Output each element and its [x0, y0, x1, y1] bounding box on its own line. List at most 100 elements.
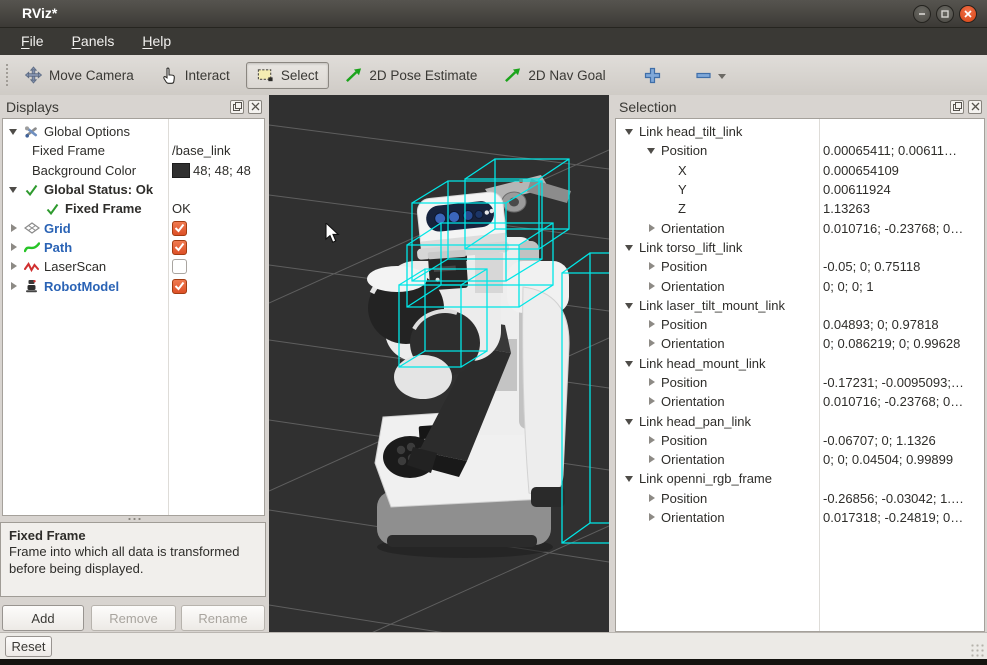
close-button[interactable]: [959, 5, 977, 23]
expander-icon[interactable]: [646, 512, 657, 523]
green-arrow-icon: [504, 68, 521, 83]
expander-icon[interactable]: [624, 242, 635, 253]
property-row[interactable]: Orientation 0.017318; -0.24819; 0…: [616, 508, 984, 527]
expander-icon[interactable]: [646, 396, 657, 407]
displays-panel-header[interactable]: Displays: [0, 95, 267, 118]
rename-display-button[interactable]: Rename: [181, 605, 265, 631]
property-row[interactable]: Orientation 0; 0; 0; 1: [616, 276, 984, 295]
maximize-button[interactable]: [936, 5, 954, 23]
tool-select[interactable]: Select: [246, 62, 330, 89]
link-row[interactable]: Link openni_rgb_frame: [616, 469, 984, 488]
display-row-robotmodel[interactable]: RobotModel: [3, 276, 264, 295]
color-swatch[interactable]: [172, 163, 190, 178]
display-row-grid[interactable]: Grid: [3, 218, 264, 237]
expander-icon[interactable]: [646, 261, 657, 272]
dropdown-caret-icon[interactable]: [718, 74, 726, 79]
robot-icon: [23, 279, 40, 294]
green-check-icon: [44, 201, 61, 216]
expander-icon[interactable]: [624, 358, 635, 369]
expander-icon[interactable]: [646, 493, 657, 504]
property-row[interactable]: X 0.000654109: [616, 161, 984, 180]
expander-icon[interactable]: [8, 261, 19, 272]
tool-2d-nav-goal[interactable]: 2D Nav Goal: [493, 62, 616, 89]
property-row[interactable]: Position 0.04893; 0; 0.97818: [616, 315, 984, 334]
expander-icon[interactable]: [646, 435, 657, 446]
menu-panels[interactable]: Panels: [59, 28, 128, 55]
float-panel-button[interactable]: [230, 100, 244, 114]
tool-move-camera[interactable]: Move Camera: [14, 62, 145, 89]
add-tool-button[interactable]: [638, 63, 667, 88]
selection-tree[interactable]: Link head_tilt_link Position 0.00065411;…: [615, 118, 985, 632]
visibility-checkbox[interactable]: [172, 221, 187, 236]
menu-help[interactable]: Help: [129, 28, 184, 55]
link-row[interactable]: Link head_pan_link: [616, 411, 984, 430]
property-row[interactable]: Position -0.06707; 0; 1.1326: [616, 431, 984, 450]
close-panel-icon: [971, 102, 980, 111]
minimize-button[interactable]: [913, 5, 931, 23]
remove-tool-button[interactable]: [689, 63, 732, 88]
tool-label: Interact: [185, 68, 230, 83]
property-row[interactable]: Orientation 0; 0; 0.04504; 0.99899: [616, 450, 984, 469]
visibility-checkbox[interactable]: [172, 279, 187, 294]
expander-icon[interactable]: [624, 126, 635, 137]
display-row-laserscan[interactable]: LaserScan: [3, 257, 264, 276]
expander-icon[interactable]: [646, 145, 657, 156]
property-row[interactable]: Position -0.17231; -0.0095093;…: [616, 373, 984, 392]
move-camera-icon: [25, 68, 42, 83]
expander-icon[interactable]: [624, 416, 635, 427]
expander-icon[interactable]: [624, 300, 635, 311]
property-row[interactable]: Position 0.00065411; 0.00611…: [616, 141, 984, 160]
toolbar: Move Camera Interact Select: [0, 55, 987, 95]
expander-icon[interactable]: [8, 223, 19, 234]
expander-icon[interactable]: [8, 281, 19, 292]
property-row[interactable]: Orientation 0.010716; -0.23768; 0…: [616, 218, 984, 237]
visibility-checkbox[interactable]: [172, 259, 187, 274]
main-area: Displays: [0, 95, 987, 632]
3d-viewport[interactable]: PR2: [269, 95, 609, 632]
property-row[interactable]: Orientation 0.010716; -0.23768; 0…: [616, 392, 984, 411]
remove-display-button[interactable]: Remove: [91, 605, 176, 631]
link-row[interactable]: Link torso_lift_link: [616, 238, 984, 257]
property-row[interactable]: Y 0.00611924: [616, 180, 984, 199]
property-row[interactable]: Position -0.05; 0; 0.75118: [616, 257, 984, 276]
close-panel-button[interactable]: [968, 100, 982, 114]
display-row-path[interactable]: Path: [3, 238, 264, 257]
titlebar[interactable]: RViz*: [0, 0, 987, 28]
expander-icon[interactable]: [646, 454, 657, 465]
expander-icon[interactable]: [646, 223, 657, 234]
displays-tree[interactable]: Global Options Fixed Frame /base_link Ba…: [2, 118, 265, 516]
help-body: Frame into which all data is transformed…: [9, 544, 259, 577]
link-row[interactable]: Link head_mount_link: [616, 354, 984, 373]
display-row-status-fixed-frame[interactable]: Fixed Frame OK: [3, 199, 264, 218]
display-row-global-options[interactable]: Global Options: [3, 122, 264, 141]
display-row-fixed-frame[interactable]: Fixed Frame /base_link: [3, 141, 264, 160]
selection-panel-header[interactable]: Selection: [613, 95, 987, 118]
expander-icon[interactable]: [646, 319, 657, 330]
close-panel-button[interactable]: [248, 100, 262, 114]
expander-icon[interactable]: [8, 184, 19, 195]
expander-icon[interactable]: [624, 473, 635, 484]
visibility-checkbox[interactable]: [172, 240, 187, 255]
float-panel-button[interactable]: [950, 100, 964, 114]
property-row[interactable]: Z 1.13263: [616, 199, 984, 218]
property-row[interactable]: Orientation 0; 0.086219; 0; 0.99628: [616, 334, 984, 353]
add-display-button[interactable]: Add: [2, 605, 84, 631]
selection-panel: Selection Link head_tilt_link Position: [613, 95, 987, 632]
link-row[interactable]: Link head_tilt_link: [616, 122, 984, 141]
tool-interact[interactable]: Interact: [150, 62, 241, 89]
resize-grip[interactable]: [970, 643, 984, 657]
menu-file[interactable]: File: [8, 28, 57, 55]
expander-icon[interactable]: [646, 377, 657, 388]
expander-icon[interactable]: [646, 281, 657, 292]
toolbar-drag-handle[interactable]: [6, 64, 8, 86]
tool-2d-pose-estimate[interactable]: 2D Pose Estimate: [334, 62, 488, 89]
reset-button[interactable]: Reset: [5, 636, 52, 657]
fixed-frame-value[interactable]: /base_link: [168, 143, 264, 158]
display-row-global-status[interactable]: Global Status: Ok: [3, 180, 264, 199]
expander-icon[interactable]: [8, 126, 19, 137]
expander-icon[interactable]: [8, 242, 19, 253]
property-row[interactable]: Position -0.26856; -0.03042; 1.…: [616, 489, 984, 508]
link-row[interactable]: Link laser_tilt_mount_link: [616, 296, 984, 315]
expander-icon[interactable]: [646, 338, 657, 349]
display-row-background-color[interactable]: Background Color 48; 48; 48: [3, 161, 264, 180]
